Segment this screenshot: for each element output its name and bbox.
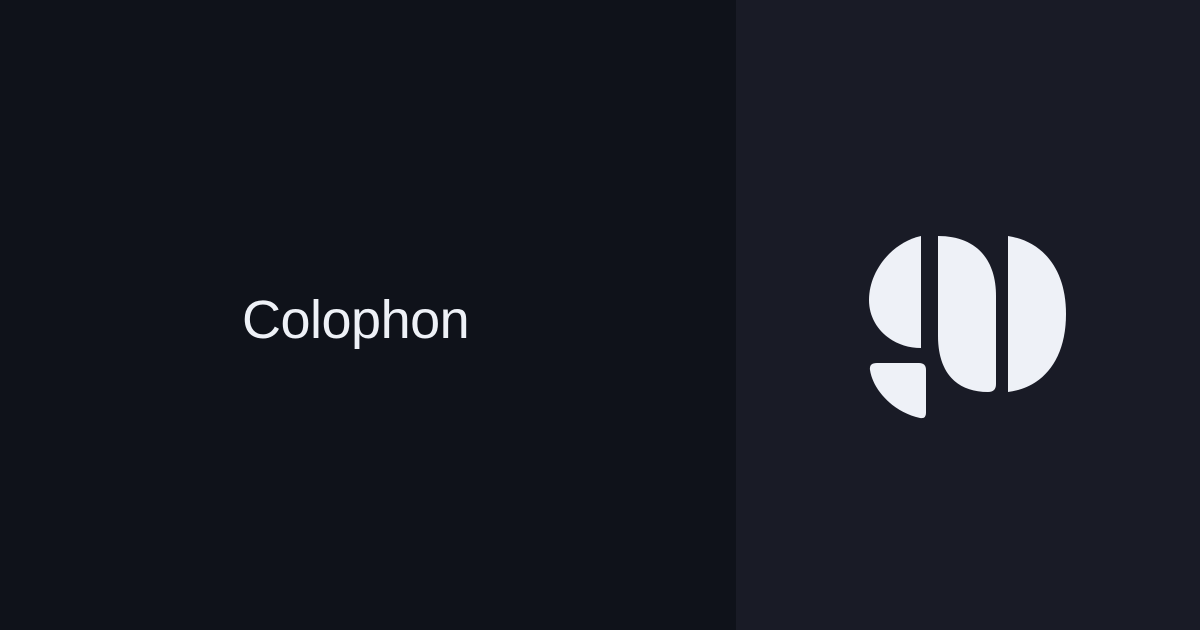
logo-left-bowl-shape [869,236,921,348]
logo-right-bowl-shape [1008,236,1066,392]
left-panel: Colophon [0,0,736,630]
logo-left-tail-shape [869,363,926,419]
logo [869,236,1067,420]
logo-center-bar-shape [938,236,996,392]
page-title: Colophon [242,290,470,350]
abstract-g-logo-icon [869,236,1066,419]
